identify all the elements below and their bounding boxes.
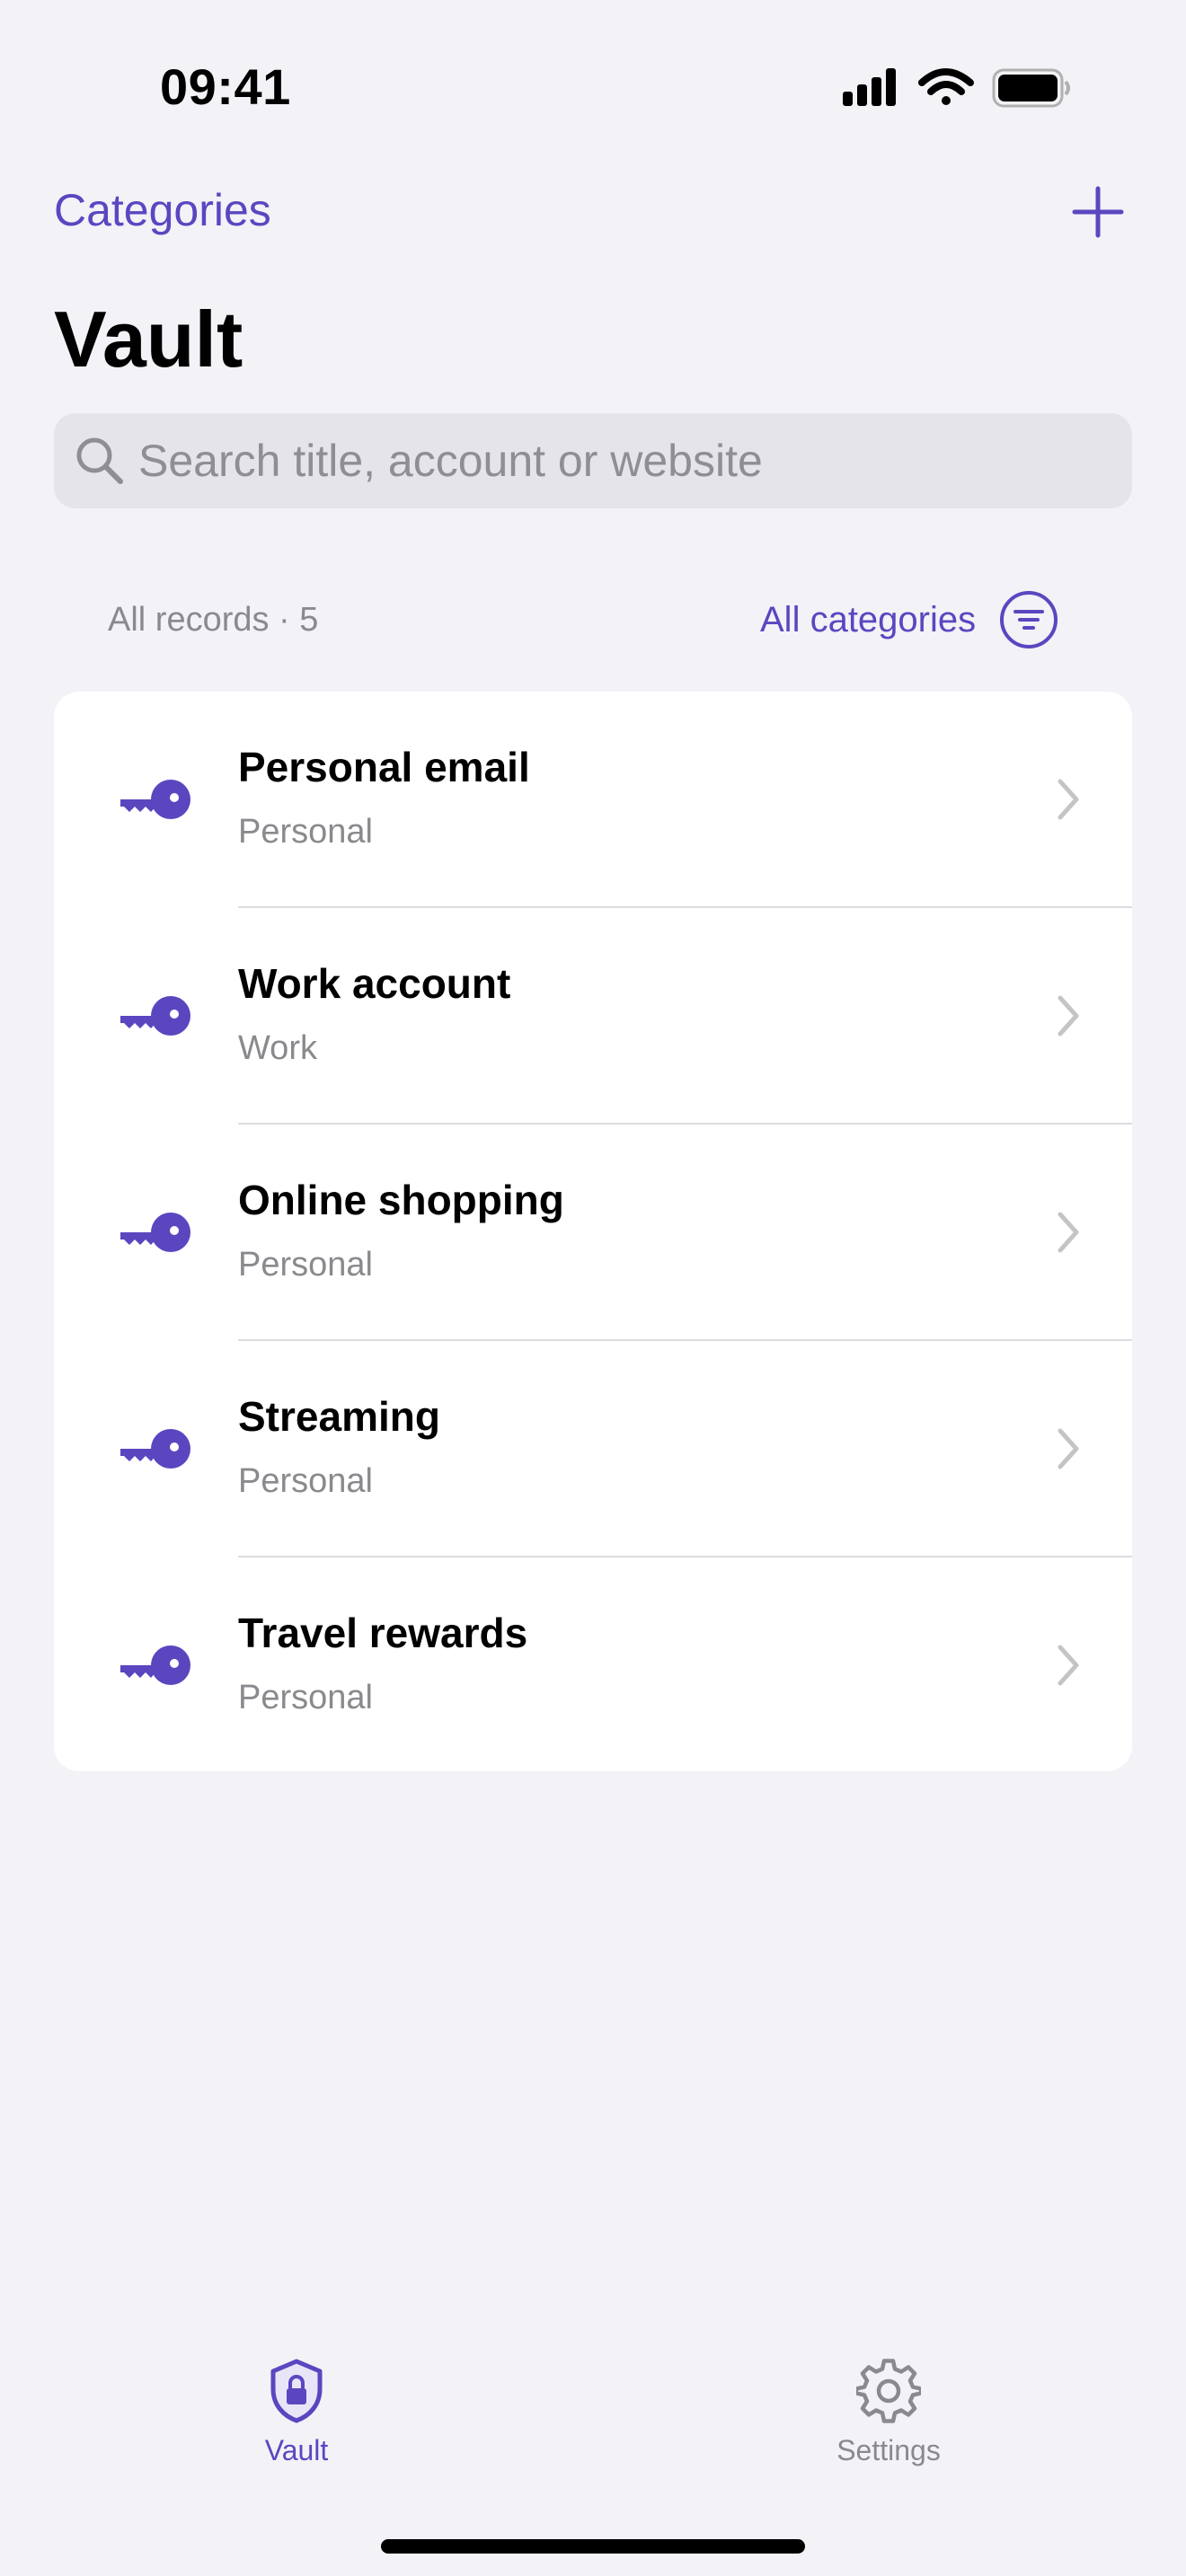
record-title: Streaming xyxy=(238,1393,440,1440)
record-title: Online shopping xyxy=(238,1177,564,1223)
search-input[interactable] xyxy=(138,413,1109,508)
battery-icon xyxy=(992,68,1070,108)
gear-icon xyxy=(856,2359,921,2423)
key-icon xyxy=(120,780,190,819)
chevron-right-icon xyxy=(1058,995,1079,1037)
list-item[interactable]: Streaming Personal xyxy=(54,1341,1132,1557)
search-bar[interactable] xyxy=(54,413,1132,508)
list-item[interactable]: Online shopping Personal xyxy=(54,1125,1132,1341)
home-indicator xyxy=(381,2539,805,2554)
key-icon xyxy=(120,1213,190,1252)
cellular-signal-icon xyxy=(843,68,896,106)
record-title: Travel rewards xyxy=(238,1610,528,1656)
records-list: Personal email Personal Work account Wor… xyxy=(54,692,1132,1771)
chevron-right-icon xyxy=(1058,1428,1079,1469)
category-filter-button[interactable]: All categories xyxy=(760,587,1060,652)
tab-label: Vault xyxy=(264,2434,329,2466)
key-icon xyxy=(120,1429,190,1469)
list-item[interactable]: Travel rewards Personal xyxy=(54,1557,1132,1771)
record-title: Work account xyxy=(238,960,511,1007)
tab-settings[interactable]: Settings xyxy=(772,2359,1005,2493)
shield-lock-icon xyxy=(270,2359,323,2423)
record-title: Personal email xyxy=(238,744,530,790)
tab-label: Settings xyxy=(836,2434,941,2466)
list-item[interactable]: Work account Work xyxy=(54,908,1132,1125)
categories-back-button[interactable]: Categories xyxy=(54,183,271,237)
chevron-right-icon xyxy=(1058,1645,1079,1686)
status-icons xyxy=(843,68,1070,108)
search-icon xyxy=(76,437,123,484)
key-icon xyxy=(120,996,190,1036)
list-item[interactable]: Personal email Personal xyxy=(54,692,1132,908)
record-category: Work xyxy=(238,1029,317,1067)
chevron-right-icon xyxy=(1058,779,1079,820)
page-title: Vault xyxy=(54,295,243,384)
plus-icon[interactable] xyxy=(1071,185,1125,239)
key-icon xyxy=(120,1645,190,1685)
records-count: All records · 5 xyxy=(108,601,319,639)
chevron-right-icon xyxy=(1058,1212,1079,1253)
filter-icon[interactable] xyxy=(997,588,1060,651)
record-category: Personal xyxy=(238,1246,373,1284)
wifi-icon xyxy=(918,68,974,105)
status-time: 09:41 xyxy=(160,58,291,115)
tab-vault[interactable]: Vault xyxy=(180,2359,413,2493)
record-category: Personal xyxy=(238,813,373,851)
record-category: Personal xyxy=(238,1462,373,1500)
category-filter-label: All categories xyxy=(760,600,977,640)
record-category: Personal xyxy=(238,1679,373,1716)
